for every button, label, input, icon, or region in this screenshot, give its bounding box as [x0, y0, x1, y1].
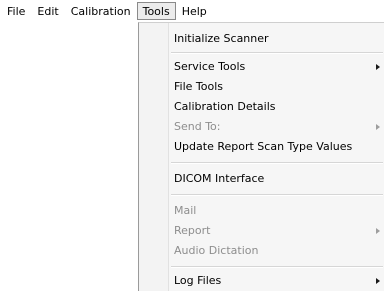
menu-item-dicom-interface[interactable]: DICOM Interface [139, 169, 384, 189]
menu-item-label: Calibration Details [174, 100, 276, 113]
menu-bar: File Edit Calibration Tools Help [0, 0, 384, 22]
menu-item-label: DICOM Interface [174, 172, 265, 185]
menu-item-label: Log Files [174, 274, 222, 287]
menu-separator [171, 194, 383, 196]
menu-item-label: File Tools [174, 80, 224, 93]
menu-item-label: Update Report Scan Type Values [174, 140, 353, 153]
chevron-right-icon [376, 278, 380, 284]
chevron-right-icon [376, 228, 380, 234]
menu-item-label: Service Tools [174, 60, 246, 73]
menu-item-label: Send To: [174, 120, 221, 133]
menu-separator [171, 266, 383, 268]
menu-item-mail: Mail [139, 201, 384, 221]
menu-item-label: Mail [174, 204, 197, 217]
menu-item-service-tools[interactable]: Service Tools [139, 57, 384, 77]
menu-item-label: Audio Dictation [174, 244, 259, 257]
menu-item-send-to: Send To: [139, 117, 384, 137]
menu-separator [171, 52, 383, 54]
menu-item-log-files[interactable]: Log Files [139, 271, 384, 291]
menu-file[interactable]: File [1, 2, 31, 20]
menu-item-calibration-details[interactable]: Calibration Details [139, 97, 384, 117]
menu-tools[interactable]: Tools [136, 2, 176, 20]
chevron-right-icon [376, 124, 380, 130]
menu-item-label: Initialize Scanner [174, 32, 269, 45]
menu-item-label: Report [174, 224, 211, 237]
menu-edit[interactable]: Edit [31, 2, 64, 20]
menu-calibration[interactable]: Calibration [65, 2, 137, 20]
menu-item-audio-dictation: Audio Dictation [139, 241, 384, 261]
menu-help[interactable]: Help [176, 2, 213, 20]
menu-item-update-report-scan-type-values[interactable]: Update Report Scan Type Values [139, 137, 384, 157]
menu-item-initialize-scanner[interactable]: Initialize Scanner [139, 29, 384, 49]
tools-dropdown-menu: Initialize Scanner Service Tools File To… [138, 22, 384, 291]
chevron-right-icon [376, 64, 380, 70]
menu-item-file-tools[interactable]: File Tools [139, 77, 384, 97]
menu-item-report: Report [139, 221, 384, 241]
menu-separator [171, 162, 383, 164]
